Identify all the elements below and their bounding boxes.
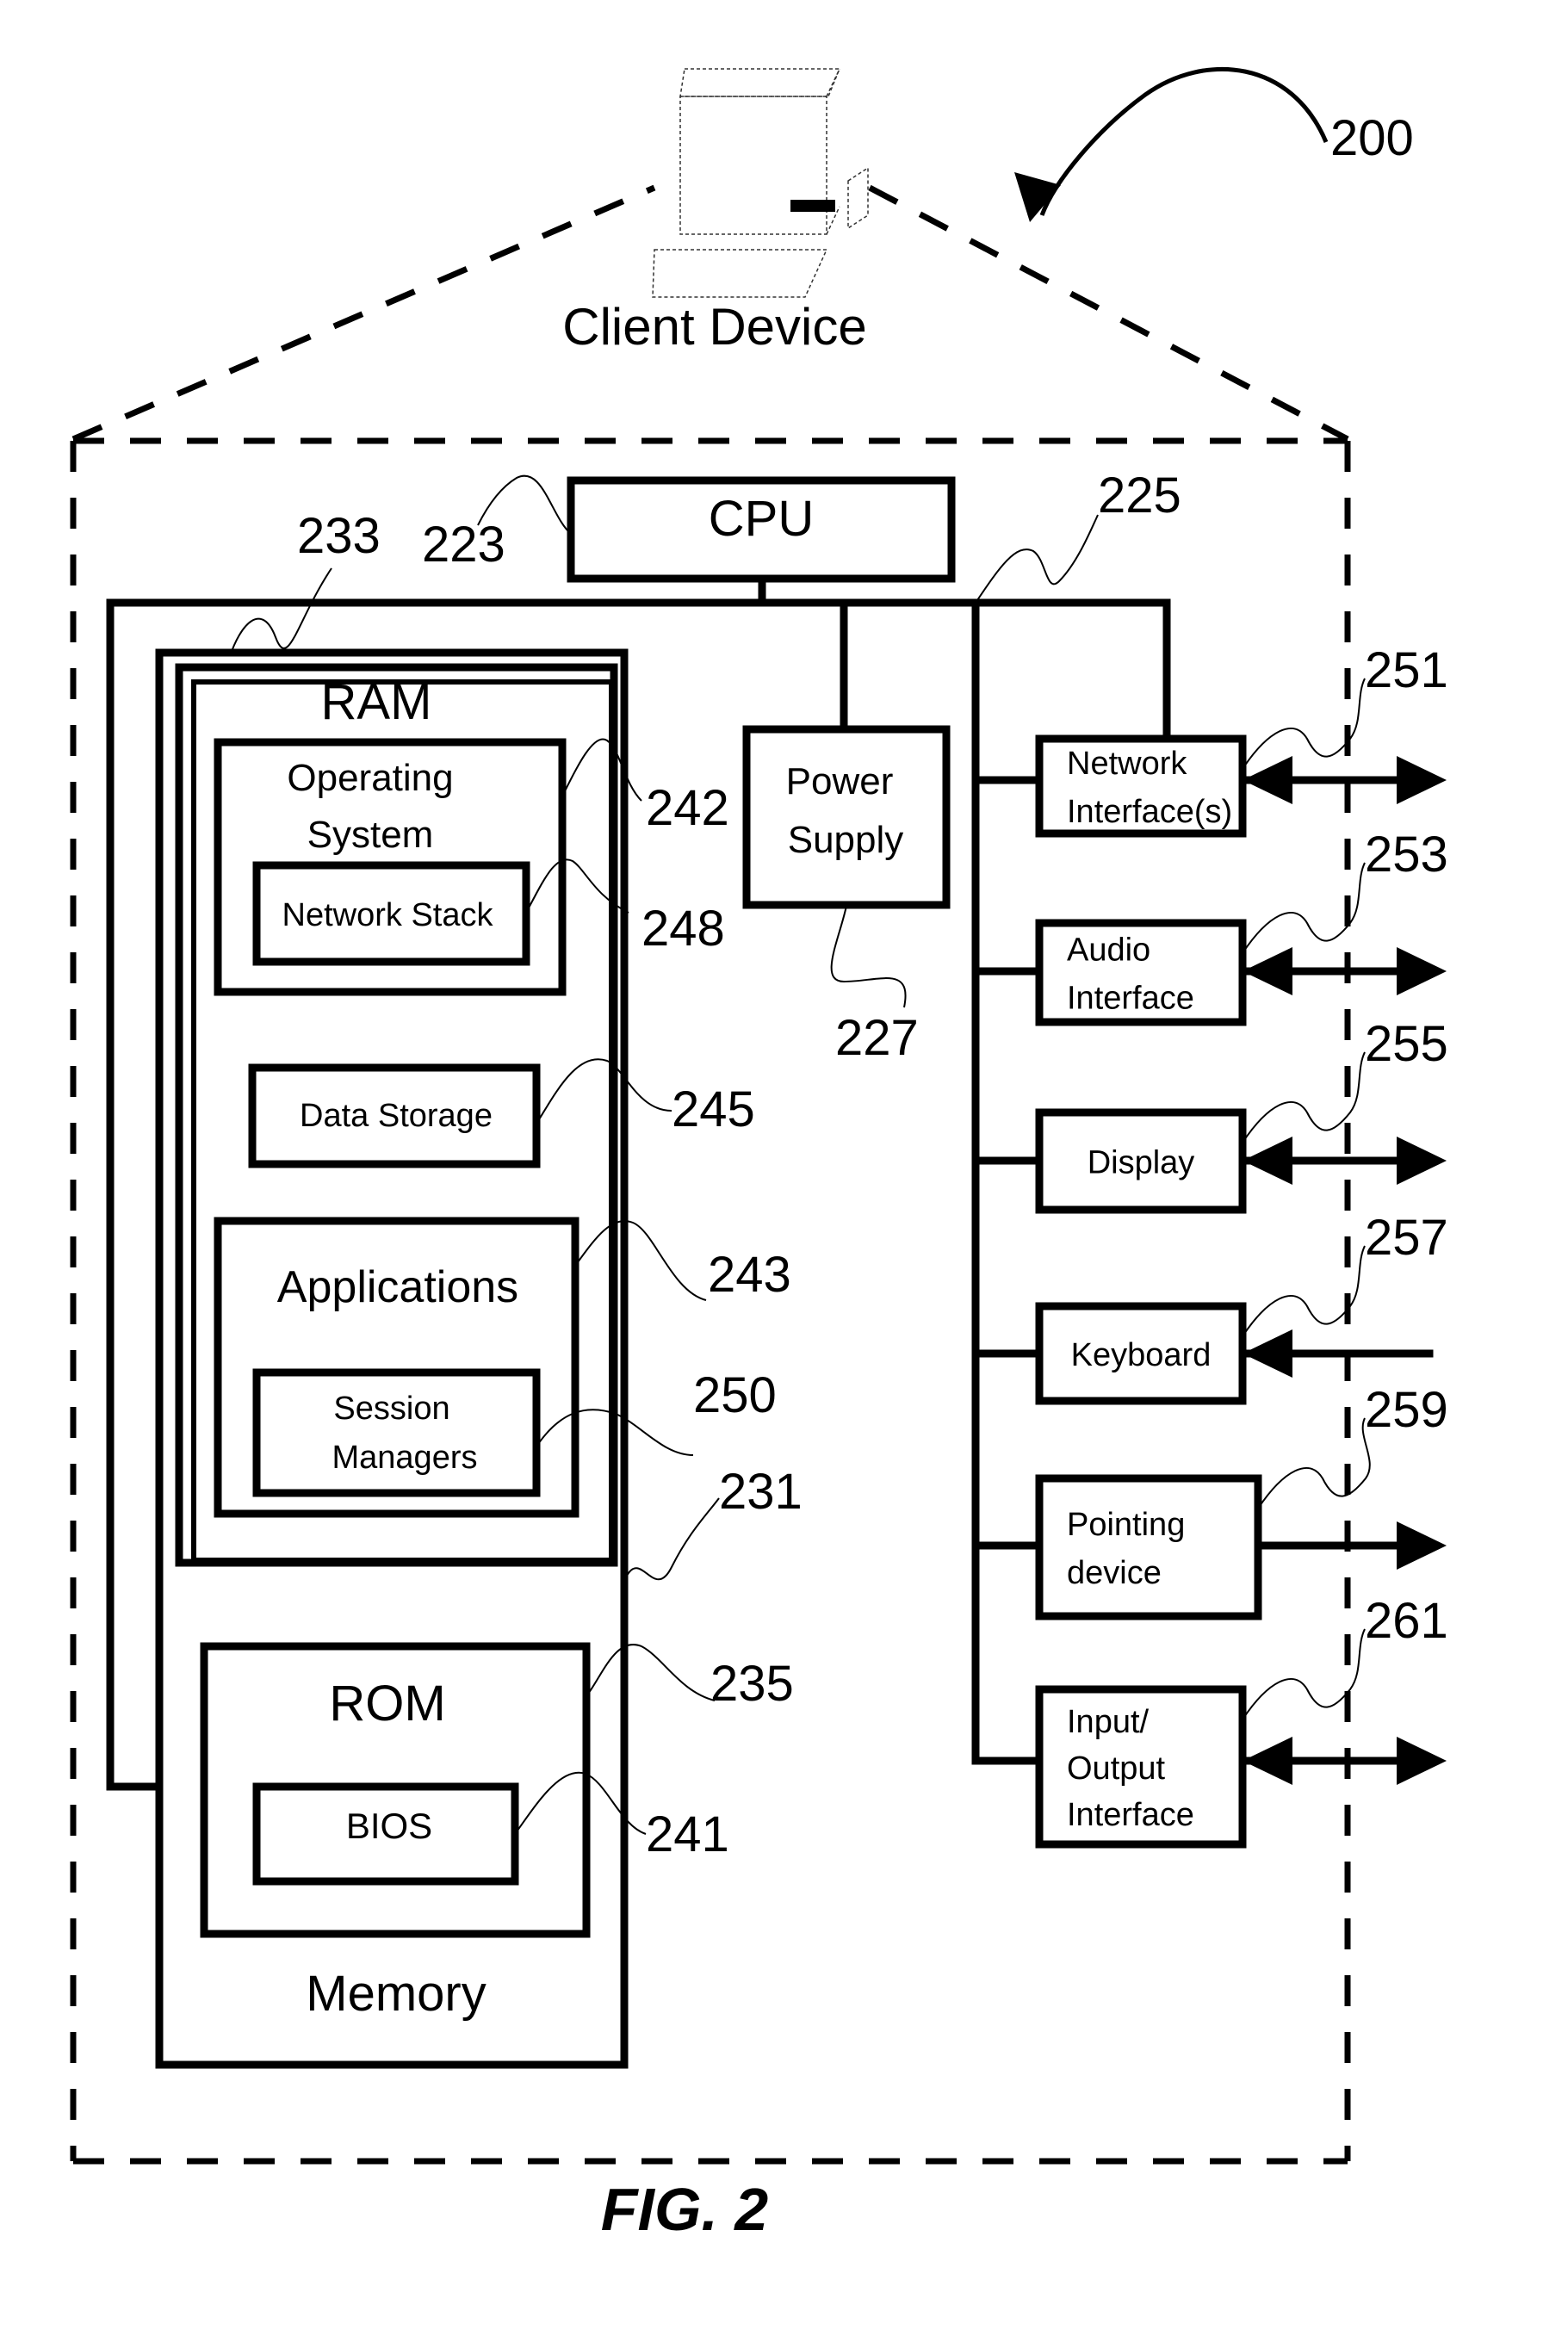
pointing-device-block: Pointing device 259 (1035, 1382, 1448, 1620)
cpu-label: CPU (709, 491, 814, 547)
ref-253: 253 (1365, 827, 1448, 883)
power-supply-label-line1: Power (786, 760, 894, 802)
ref-261: 261 (1365, 1593, 1448, 1649)
bios-block: BIOS (252, 1782, 519, 1886)
figure-caption: FIG. 2 (601, 2176, 769, 2243)
data-storage-label: Data Storage (300, 1098, 493, 1134)
arrow-left-icon (1243, 1737, 1292, 1785)
rom-label: ROM (329, 1676, 445, 1732)
ref-233: 233 (297, 508, 381, 564)
audio-interface-block: Audio Interface 253 (1035, 827, 1448, 1026)
arrow-left-icon (1243, 947, 1292, 995)
leader-259 (1257, 1417, 1371, 1509)
ref-243: 243 (708, 1247, 791, 1303)
data-storage-block: Data Storage (248, 1063, 541, 1168)
leader-233 (227, 567, 332, 662)
leader-231 (626, 1497, 720, 1581)
figure-reference-200: 200 (1014, 66, 1414, 222)
pointing-device-label-line2: device (1067, 1555, 1162, 1591)
session-managers-block: Session Managers (252, 1368, 541, 1497)
keyboard-label-line1: Keyboard (1071, 1337, 1212, 1373)
ref-227: 227 (835, 1010, 919, 1066)
curved-arrow-head-icon (1014, 172, 1061, 222)
pointing-device-label-line1: Pointing (1067, 1507, 1185, 1543)
arrow-right-icon (1397, 756, 1447, 804)
audio-interface-label-line1: Audio (1067, 932, 1150, 969)
session-managers-label-line1: Session (333, 1391, 449, 1427)
session-managers-label-line2: Managers (332, 1440, 478, 1476)
os-label-line2: System (307, 814, 434, 856)
ref-200: 200 (1330, 110, 1414, 166)
power-supply-block: Power Supply (742, 725, 951, 909)
ref-225: 225 (1098, 468, 1181, 524)
leader-227 (830, 905, 907, 1008)
ref-241: 241 (646, 1806, 729, 1862)
power-supply-label-line2: Supply (788, 819, 904, 861)
leader-225 (975, 514, 1099, 604)
ref-245: 245 (672, 1081, 755, 1137)
keyboard-block: Keyboard 257 (1035, 1210, 1448, 1405)
ref-235: 235 (710, 1656, 794, 1712)
ref-259: 259 (1365, 1382, 1448, 1438)
io-interface-label-line2: Output (1067, 1750, 1166, 1787)
network-interface-label-line1: Network (1067, 746, 1187, 782)
ref-242: 242 (646, 780, 729, 836)
io-interface-label-line3: Interface (1067, 1797, 1194, 1833)
arrow-right-icon (1397, 1521, 1447, 1570)
arrow-right-icon (1397, 947, 1447, 995)
cpu-block: CPU (567, 476, 956, 583)
arrow-left-icon (1243, 756, 1292, 804)
arrow-left-icon (1243, 1137, 1292, 1185)
drive-slot-icon (790, 200, 835, 212)
network-stack-block: Network Stack (252, 861, 530, 966)
memory-label: Memory (306, 1966, 486, 2022)
peripherals: Network Interface(s) 251 Audio Interface 253 D… (1035, 642, 1448, 1849)
ref-255: 255 (1365, 1016, 1448, 1072)
network-stack-label: Network Stack (282, 897, 494, 933)
arrow-left-icon (1243, 1329, 1292, 1378)
ref-257: 257 (1365, 1210, 1448, 1266)
display-block: Display 255 (1035, 1016, 1448, 1214)
ref-248: 248 (641, 901, 725, 957)
client-device-diagram: 200 Client Device CPU 223 233 225 Memory (70, 66, 1448, 2243)
network-interface-label-line2: Interface(s) (1067, 794, 1232, 830)
arrow-right-icon (1397, 1737, 1447, 1785)
computer-icon (652, 68, 869, 298)
bios-label: BIOS (346, 1806, 432, 1846)
arrow-right-icon (1397, 1137, 1447, 1185)
ram-label: RAM (321, 674, 432, 730)
client-device-title: Client Device (562, 298, 866, 356)
ref-251: 251 (1365, 642, 1448, 698)
ref-223: 223 (422, 517, 505, 573)
applications-label: Applications (277, 1262, 518, 1312)
display-label-line1: Display (1088, 1145, 1195, 1181)
audio-interface-label-line2: Interface (1067, 981, 1194, 1017)
io-interface-label-line1: Input/ (1067, 1704, 1150, 1740)
ref-231: 231 (719, 1464, 803, 1520)
os-label-line1: Operating (287, 757, 453, 799)
ref-250: 250 (693, 1367, 777, 1423)
network-interface-block: Network Interface(s) 251 (1035, 642, 1448, 838)
io-interface-block: Input/Output Interface 261 (1035, 1593, 1448, 1849)
